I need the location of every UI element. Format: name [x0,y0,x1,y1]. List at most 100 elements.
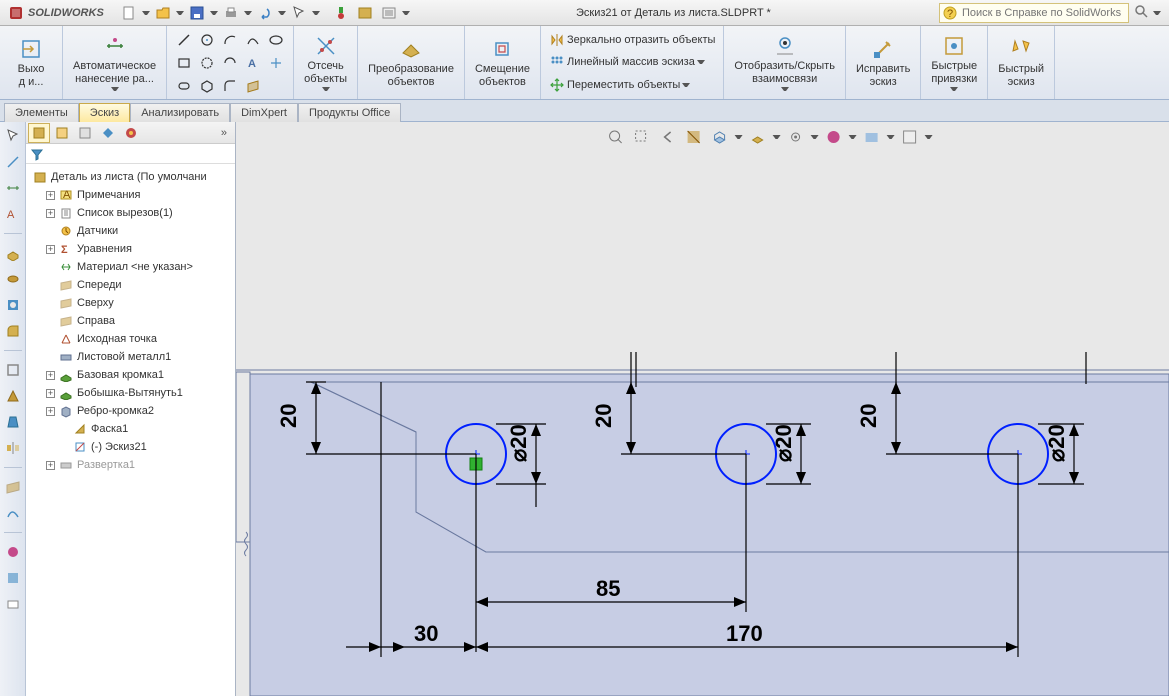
tree-item[interactable]: Датчики [28,222,233,240]
sketch-canvas[interactable]: 20 20 20 [236,152,1169,696]
tree-item[interactable]: Справа [28,312,233,330]
tree-item[interactable]: Листовой металл1 [28,348,233,366]
point-tool[interactable] [265,52,287,74]
property-tab[interactable] [51,123,73,143]
tangent-arc-tool[interactable] [219,52,241,74]
view-orientation-icon[interactable] [708,126,730,148]
decal-icon[interactable] [3,594,23,614]
tab-office[interactable]: Продукты Office [298,103,401,122]
line-tool[interactable] [173,29,195,51]
tab-features[interactable]: Элементы [4,103,79,122]
fillet-icon[interactable] [3,321,23,341]
feature-tree-tab[interactable] [28,123,50,143]
slot-tool[interactable] [173,75,195,97]
new-button[interactable] [118,2,140,24]
options-button[interactable] [354,2,376,24]
quick-snaps-button[interactable]: Быстрые привязки [927,29,981,97]
select-tool-icon[interactable] [3,126,23,146]
help-icon: ? [942,5,958,24]
tree-item[interactable]: Спереди [28,276,233,294]
linear-pattern-button[interactable]: Линейный массив эскиза [549,52,705,72]
tree-item[interactable]: +Список вырезов(1) [28,204,233,222]
manager-tabs: » [26,122,235,144]
smart-dimension-button[interactable]: Автоматическое нанесение ра... [69,29,160,97]
rebuild-button[interactable] [330,2,352,24]
show-relations-button[interactable]: Отобразить/Скрыть взаимосвязи [730,29,839,97]
curves-icon[interactable] [3,503,23,523]
dimension-icon[interactable] [3,178,23,198]
rect-tool[interactable] [173,52,195,74]
ellipse-tool[interactable] [265,29,287,51]
spline-tool[interactable] [242,29,264,51]
tree-item[interactable]: +Развертка1 [28,456,233,474]
shell-icon[interactable] [3,360,23,380]
text-tool[interactable]: A [242,52,264,74]
sketch-tools-grid: A [173,29,287,97]
svg-text:30: 30 [414,621,438,646]
dimxpert-tab[interactable] [97,123,119,143]
tab-sketch[interactable]: Эскиз [79,103,130,122]
tree-item[interactable]: +Бобышка-Вытянуть1 [28,384,233,402]
repair-sketch-button[interactable]: Исправить эскиз [852,29,914,97]
plane-tool[interactable] [242,75,264,97]
display-tab[interactable] [120,123,142,143]
draft-icon[interactable] [3,412,23,432]
undo-button[interactable] [254,2,276,24]
save-button[interactable] [186,2,208,24]
print-button[interactable] [220,2,242,24]
display-style-icon[interactable] [746,126,768,148]
arc-tool[interactable] [219,29,241,51]
view-settings-icon[interactable] [898,126,920,148]
tree-item[interactable]: +AПримечания [28,186,233,204]
revolve-icon[interactable] [3,269,23,289]
annotation-icon[interactable]: A [3,204,23,224]
tree-item[interactable]: Исходная точка [28,330,233,348]
appearance-icon[interactable] [3,542,23,562]
polygon-tool[interactable] [196,75,218,97]
offset-entities-button[interactable]: Смещение объектов [471,29,534,97]
open-button[interactable] [152,2,174,24]
exit-sketch-button[interactable]: Выхо д и... [6,29,56,97]
tree-item[interactable]: +ΣУравнения [28,240,233,258]
select-button[interactable] [288,2,310,24]
svg-text:⌀20: ⌀20 [1044,424,1069,462]
convert-entities-button[interactable]: Преобразование объектов [364,29,458,97]
circle-tool[interactable] [196,29,218,51]
apply-scene-icon[interactable] [860,126,882,148]
mirror-feature-icon[interactable] [3,438,23,458]
search-icon[interactable] [1133,3,1149,22]
tree-item[interactable]: Сверху [28,294,233,312]
tree-filter[interactable] [26,144,235,164]
mirror-entities-button[interactable]: Зеркально отразить объекты [549,30,715,50]
extrude-icon[interactable] [3,243,23,263]
tree-item[interactable]: Материал <не указан> [28,258,233,276]
fillet-tool[interactable] [219,75,241,97]
collapse-panel-button[interactable]: » [215,127,233,139]
rib-icon[interactable] [3,386,23,406]
tree-root[interactable]: Деталь из листа (По умолчани [28,168,233,186]
tree-item[interactable]: Фаска1 [28,420,233,438]
ref-geom-icon[interactable] [3,477,23,497]
move-entities-button[interactable]: Переместить объекты [549,75,690,95]
scene-icon[interactable] [3,568,23,588]
tree-item[interactable]: +Ребро-кромка2 [28,402,233,420]
config-tab[interactable] [74,123,96,143]
settings-button[interactable] [378,2,400,24]
tab-evaluate[interactable]: Анализировать [130,103,230,122]
section-view-icon[interactable] [682,126,704,148]
prev-view-icon[interactable] [656,126,678,148]
zoom-fit-icon[interactable] [604,126,626,148]
cut-icon[interactable] [3,295,23,315]
zoom-area-icon[interactable] [630,126,652,148]
trim-button[interactable]: Отсечь объекты [300,29,351,97]
hide-show-icon[interactable] [784,126,806,148]
rapid-sketch-button[interactable]: Быстрый эскиз [994,29,1048,97]
tree-item[interactable]: +Базовая кромка1 [28,366,233,384]
sketch-icon[interactable] [3,152,23,172]
tab-dimxpert[interactable]: DimXpert [230,103,298,122]
tree-item[interactable]: (-) Эскиз21 [28,438,233,456]
perimeter-circle-tool[interactable] [196,52,218,74]
search-input[interactable] [939,3,1129,23]
graphics-viewport[interactable]: 20 20 20 [236,122,1169,696]
edit-appearance-icon[interactable] [822,126,844,148]
